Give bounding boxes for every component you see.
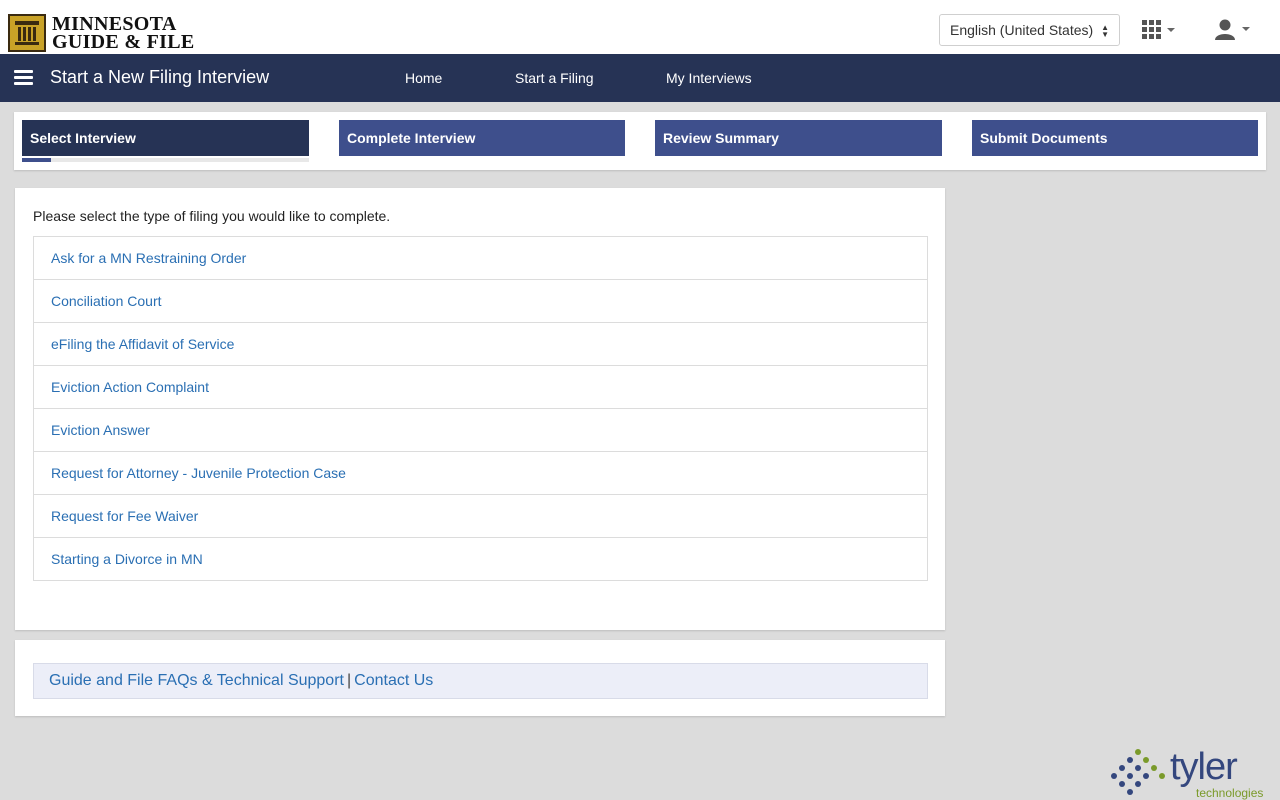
grid-icon xyxy=(1142,20,1161,39)
nav-my-interviews[interactable]: My Interviews xyxy=(666,70,752,86)
language-value: English (United States) xyxy=(950,22,1094,38)
filing-item-eviction-complaint[interactable]: Eviction Action Complaint xyxy=(34,366,927,409)
chevron-down-icon xyxy=(1242,27,1250,31)
step-progress-fill xyxy=(22,158,51,162)
minnesota-guide-file-logo[interactable]: MINNESOTA GUIDE & FILE xyxy=(8,14,195,52)
filing-item-attorney-juvenile[interactable]: Request for Attorney - Juvenile Protecti… xyxy=(34,452,927,495)
tyler-subtitle: technologies xyxy=(1196,786,1264,800)
filing-item-divorce[interactable]: Starting a Divorce in MN xyxy=(34,538,927,580)
language-select[interactable]: English (United States) ▲ ▼ xyxy=(939,14,1120,46)
nav-home[interactable]: Home xyxy=(405,70,442,86)
courthouse-icon xyxy=(8,14,46,52)
tyler-technologies-logo: tyler technologies xyxy=(1110,745,1270,800)
apps-menu-button[interactable] xyxy=(1142,20,1175,39)
hamburger-menu-icon[interactable] xyxy=(14,70,33,85)
page-title: Start a New Filing Interview xyxy=(50,67,270,87)
link-separator: | xyxy=(346,672,352,689)
filing-item-conciliation-court[interactable]: Conciliation Court xyxy=(34,280,927,323)
progress-stepper: Select Interview Complete Interview Revi… xyxy=(14,112,1266,170)
chevron-down-icon xyxy=(1167,27,1175,32)
step-submit-documents[interactable]: Submit Documents xyxy=(972,120,1258,156)
logo-text: MINNESOTA GUIDE & FILE xyxy=(52,14,195,53)
top-header: MINNESOTA GUIDE & FILE English (United S… xyxy=(0,0,1280,54)
step-select-interview[interactable]: Select Interview xyxy=(22,120,309,156)
step-complete-interview[interactable]: Complete Interview xyxy=(339,120,625,156)
filing-list: Ask for a MN Restraining Order Conciliat… xyxy=(33,236,928,581)
user-menu-button[interactable] xyxy=(1214,18,1250,40)
step-progress-bar xyxy=(22,158,309,162)
tyler-wordmark: tyler xyxy=(1170,746,1238,788)
nav-start-filing[interactable]: Start a Filing xyxy=(515,70,594,86)
filing-item-eviction-answer[interactable]: Eviction Answer xyxy=(34,409,927,452)
select-arrows-icon: ▲ ▼ xyxy=(1101,23,1109,39)
main-navbar: Start a New Filing Interview Home Start … xyxy=(0,54,1280,102)
filing-item-restraining-order[interactable]: Ask for a MN Restraining Order xyxy=(34,237,927,280)
logo-line-2: GUIDE & FILE xyxy=(52,31,195,53)
contact-us-link[interactable]: Contact Us xyxy=(354,672,433,689)
selection-prompt: Please select the type of filing you wou… xyxy=(33,208,391,224)
filing-item-affidavit-of-service[interactable]: eFiling the Affidavit of Service xyxy=(34,323,927,366)
filing-selection-panel: Please select the type of filing you wou… xyxy=(15,188,945,630)
tyler-dots-icon xyxy=(1111,749,1165,795)
faq-support-link[interactable]: Guide and File FAQs & Technical Support xyxy=(49,672,344,689)
support-bar: Guide and File FAQs & Technical Support |… xyxy=(33,663,928,699)
support-panel: Guide and File FAQs & Technical Support |… xyxy=(15,640,945,716)
filing-item-fee-waiver[interactable]: Request for Fee Waiver xyxy=(34,495,927,538)
step-review-summary[interactable]: Review Summary xyxy=(655,120,942,156)
user-icon xyxy=(1215,19,1235,40)
